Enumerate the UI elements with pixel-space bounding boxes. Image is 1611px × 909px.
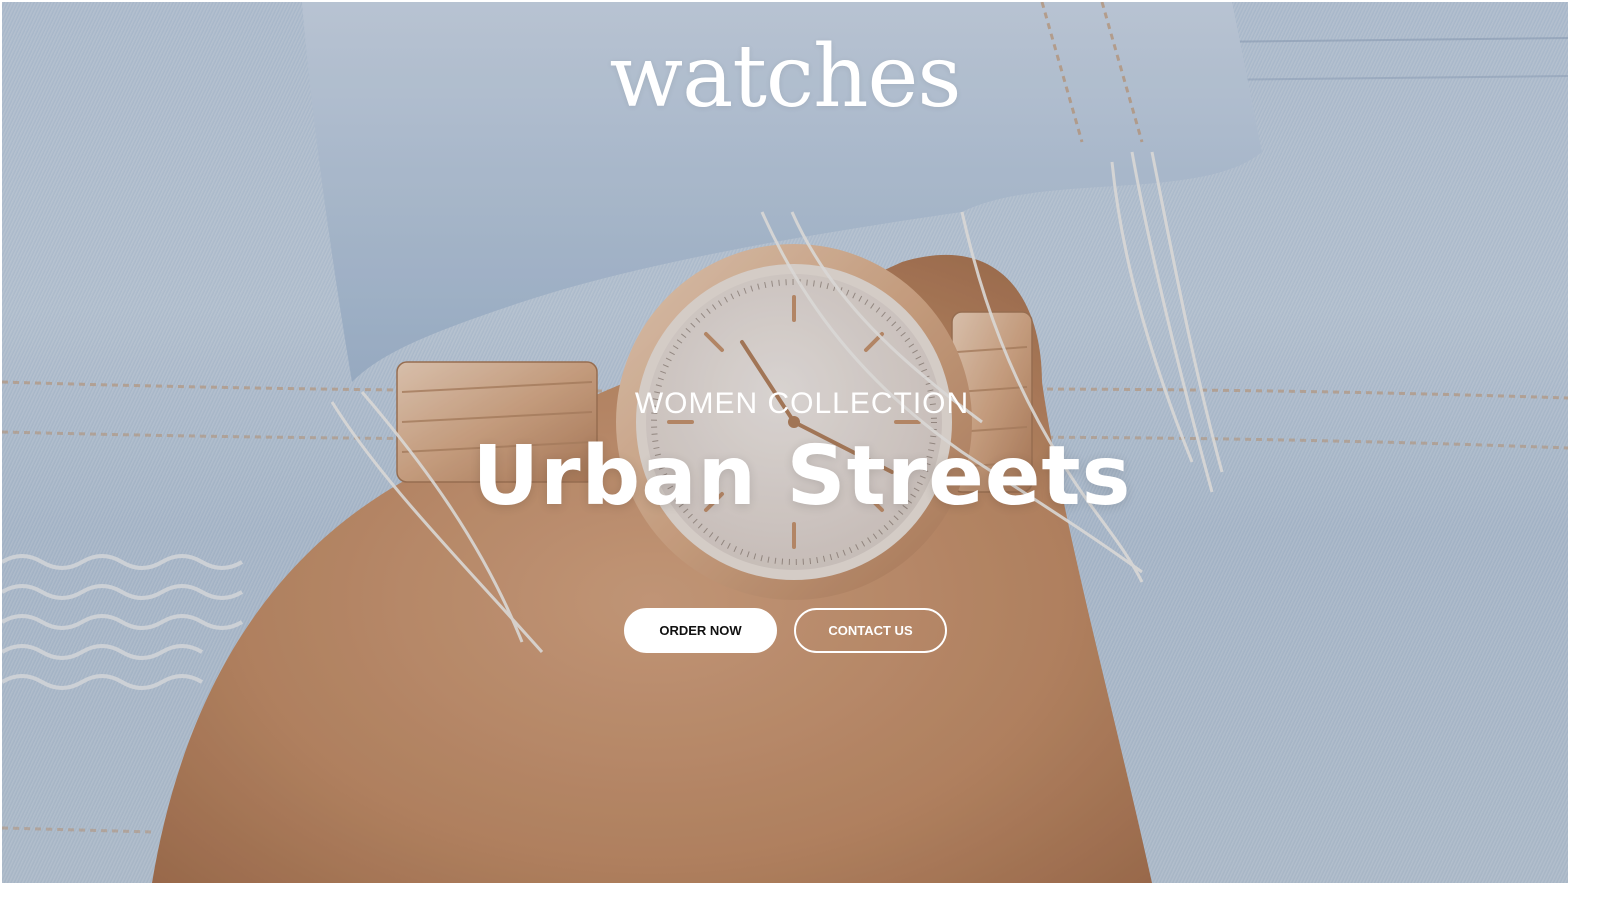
hero-section: watches WOMEN COLLECTION Urban Streets O…: [0, 0, 1611, 909]
order-now-button[interactable]: ORDER NOW: [624, 608, 777, 653]
brand-logo[interactable]: watches: [0, 34, 1570, 120]
hero-eyebrow: WOMEN COLLECTION: [634, 387, 970, 420]
contact-us-button[interactable]: CONTACT US: [794, 608, 947, 653]
hero-title: Urban Streets: [472, 429, 1132, 524]
